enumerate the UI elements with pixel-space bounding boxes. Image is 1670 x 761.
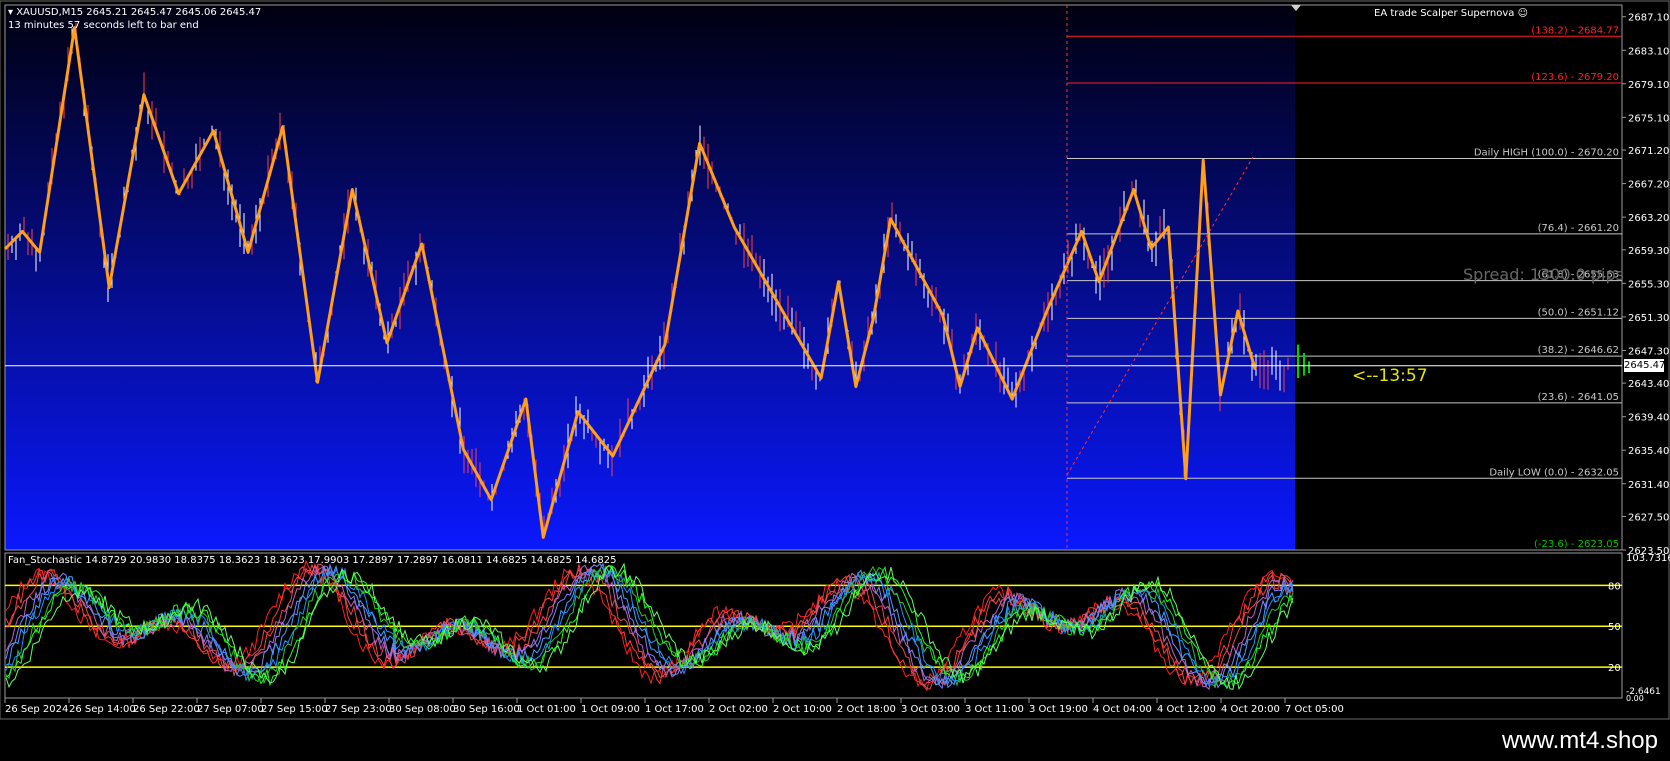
collapse-triangle-icon[interactable]: ▾ — [8, 7, 16, 18]
stoch-level-label: 20 — [1608, 663, 1621, 674]
price-tick-label: 2667.20 — [1628, 180, 1669, 191]
price-tick-label: 2651.30 — [1628, 313, 1669, 324]
time-tick-label: 30 Sep 08:00 — [389, 704, 456, 715]
stoch-scale-bottom2: 0.00 — [1626, 694, 1644, 703]
time-tick-label: 27 Sep 07:00 — [197, 704, 264, 715]
fib-level-label: (123.6) - 2679.20 — [1531, 72, 1619, 83]
bar-timer: 13 minutes 57 seconds left to bar end — [8, 20, 199, 31]
expert-advisor-label[interactable]: EA trade Scalper Supernova ☺ — [1374, 8, 1528, 19]
current-price-tag: 2645.47 — [1624, 359, 1666, 372]
time-tick-label: 27 Sep 15:00 — [261, 704, 328, 715]
fan-stochastic-indicator: 805020103.7316-2.64610.00 — [5, 553, 1670, 703]
stoch-scale-top: 103.7316 — [1626, 553, 1670, 564]
time-axis: 26 Sep 2024 26 Sep 14:0026 Sep 22:0027 Se… — [4, 698, 1344, 715]
time-tick-label: 3 Oct 11:00 — [965, 704, 1024, 715]
time-tick-label: 26 Sep 22:00 — [133, 704, 200, 715]
time-tick-label: 4 Oct 12:00 — [1157, 704, 1216, 715]
symbol-info: XAUUSD,M15 2645.21 2645.47 2645.06 2645.… — [16, 7, 262, 18]
indicator-title: Fan_Stochastic 14.8729 20.9830 18.8375 1… — [8, 555, 617, 566]
chart-header: ▾ XAUUSD,M15 2645.21 2645.47 2645.06 264… — [8, 6, 261, 32]
price-tick-label: 2683.10 — [1628, 46, 1669, 57]
time-tick-label: 1 Oct 09:00 — [581, 704, 640, 715]
price-tick-label: 2627.50 — [1628, 512, 1669, 523]
price-tick-label: 2663.20 — [1628, 213, 1669, 224]
ea-name: EA trade Scalper Supernova — [1374, 8, 1515, 19]
fib-level-label: (138.2) - 2684.77 — [1531, 25, 1619, 36]
price-tick-label: 2639.40 — [1628, 413, 1669, 424]
spread-label: Spread: 1300.0 pips — [1463, 265, 1624, 284]
trading-chart-window: 2687.10 2683.10 2679.10 2675.10 2671.20 2667.… — [0, 0, 1670, 761]
time-tick-label: 26 Sep 2024 — [5, 704, 68, 715]
fib-level-label: Daily LOW (0.0) - 2632.05 — [1489, 467, 1619, 478]
fib-level-label: (50.0) - 2651.12 — [1538, 307, 1619, 318]
price-tick-label: 2655.30 — [1628, 279, 1669, 290]
stoch-level-label: 80 — [1608, 581, 1621, 592]
time-tick-label: 2 Oct 18:00 — [837, 704, 896, 715]
price-tick-label: 2671.20 — [1628, 146, 1669, 157]
time-tick-label: 3 Oct 19:00 — [1029, 704, 1088, 715]
time-tick-label: 2 Oct 02:00 — [709, 704, 768, 715]
time-tick-label: 1 Oct 01:00 — [517, 704, 576, 715]
smiley-icon: ☺ — [1517, 8, 1528, 19]
price-tick-label: 2659.30 — [1628, 246, 1669, 257]
watermark: www.mt4.shop — [1501, 727, 1658, 754]
price-tick-label: 2631.40 — [1628, 480, 1669, 491]
time-tick-label: 1 Oct 17:00 — [645, 704, 704, 715]
fib-level-label: (-23.6) - 2623.05 — [1534, 539, 1619, 550]
time-tick-label: 2 Oct 10:00 — [773, 704, 832, 715]
price-axis: 2687.10 2683.10 2679.10 2675.10 2671.20 2667.… — [1622, 13, 1669, 557]
time-tick-label: 7 Oct 05:00 — [1285, 704, 1344, 715]
time-tick-label: 4 Oct 04:00 — [1093, 704, 1152, 715]
stoch-level-label: 50 — [1608, 622, 1621, 633]
price-tick-label: 2675.10 — [1628, 113, 1669, 124]
countdown-label: <--13:57 — [1352, 366, 1428, 386]
time-tick-label: 3 Oct 03:00 — [901, 704, 960, 715]
fib-level-label: Daily HIGH (100.0) - 2670.20 — [1474, 147, 1619, 158]
time-tick-label: 26 Sep 14:00 — [69, 704, 136, 715]
price-tick-label: 2635.40 — [1628, 446, 1669, 457]
time-tick-label: 4 Oct 20:00 — [1221, 704, 1280, 715]
price-tick-label: 2687.10 — [1628, 13, 1669, 24]
fib-level-label: (38.2) - 2646.62 — [1538, 345, 1619, 356]
price-tick-label: 2679.10 — [1628, 80, 1669, 91]
time-tick-label: 27 Sep 23:00 — [325, 704, 392, 715]
price-tick-label: 2647.30 — [1628, 346, 1669, 357]
time-tick-label: 30 Sep 16:00 — [453, 704, 520, 715]
fib-level-label: (76.4) - 2661.20 — [1538, 223, 1619, 234]
symbol-line: ▾ XAUUSD,M15 2645.21 2645.47 2645.06 264… — [8, 6, 261, 19]
price-tick-label: 2643.40 — [1628, 379, 1669, 390]
fib-level-label: (23.6) - 2641.05 — [1538, 392, 1619, 403]
